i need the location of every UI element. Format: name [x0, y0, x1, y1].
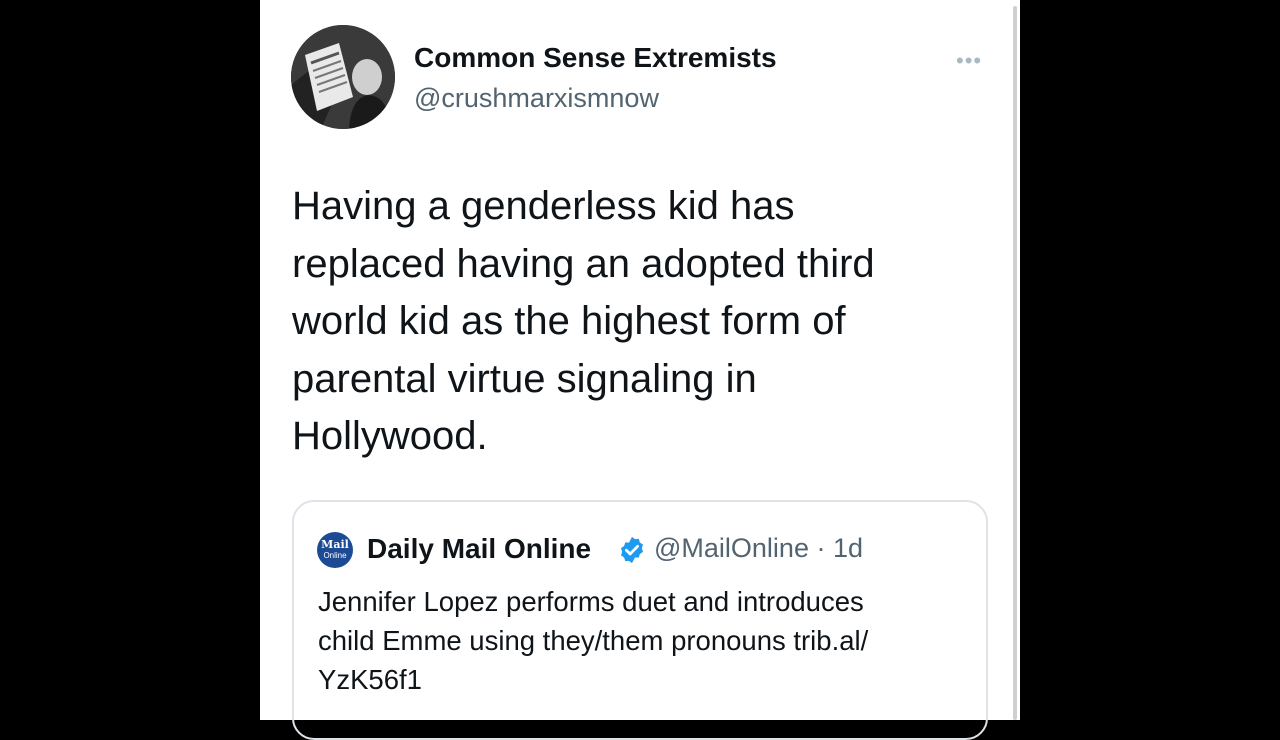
- quoted-display-name[interactable]: Daily Mail Online: [367, 533, 591, 565]
- verified-badge-icon: [621, 536, 643, 564]
- avatar-photo-icon: [291, 25, 395, 129]
- quoted-handle-time[interactable]: @MailOnline · 1d: [654, 533, 863, 564]
- logo-text-bottom: Online: [323, 551, 347, 560]
- mail-online-logo[interactable]: Mail Online: [317, 532, 353, 568]
- avatar[interactable]: [291, 25, 395, 129]
- author-handle[interactable]: @crushmarxismnow: [414, 83, 659, 114]
- logo-text-top: Mail: [321, 538, 349, 551]
- more-horizontal-icon[interactable]: •••: [956, 48, 982, 74]
- tweet-text: Having a genderless kid has replaced hav…: [292, 178, 972, 466]
- tweet-text-line: replaced having an adopted third: [292, 241, 875, 286]
- tweet-text-line: parental virtue signaling in: [292, 356, 757, 401]
- left-letterbox-bar: [0, 0, 260, 720]
- tweet-text-line: world kid as the highest form of: [292, 299, 846, 343]
- right-letterbox-bar: [1020, 0, 1280, 720]
- tweet-text-line: Having a genderless kid has: [292, 184, 795, 228]
- quoted-text: Jennifer Lopez performs duet and introdu…: [318, 582, 968, 699]
- author-display-name[interactable]: Common Sense Extremists: [414, 42, 777, 74]
- tweet-text-line: Hollywood.: [292, 414, 488, 458]
- quoted-text-line: YzK56f1: [318, 664, 422, 695]
- quoted-text-line: child Emme using they/them pronouns trib…: [318, 625, 869, 656]
- quoted-text-line: Jennifer Lopez performs duet and introdu…: [318, 586, 864, 617]
- card-edge-line: [1013, 6, 1017, 720]
